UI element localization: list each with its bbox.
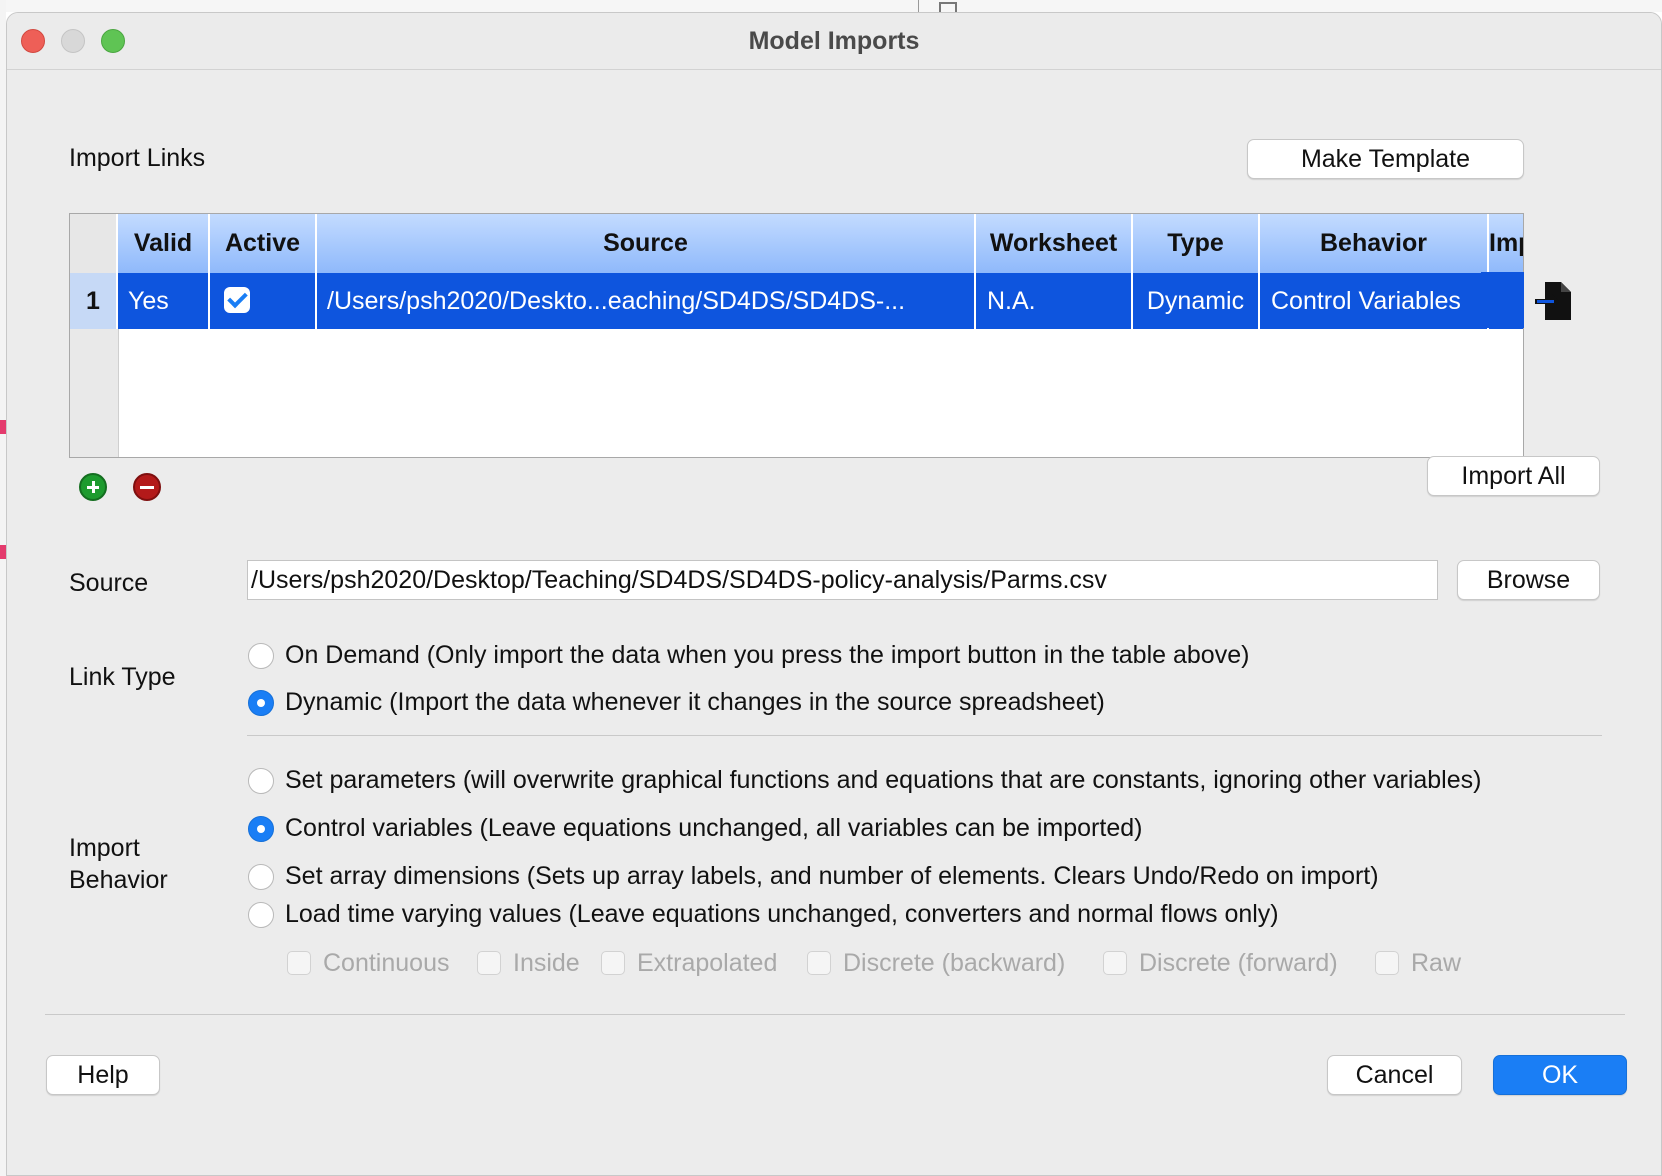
link-type-label: Link Type xyxy=(69,663,176,691)
dialog-content: Import Links Make Template Valid Active … xyxy=(7,70,1661,1175)
row-number[interactable]: 1 xyxy=(70,273,118,329)
option-control-variables-label[interactable]: Control variables (Leave equations uncha… xyxy=(285,814,1142,843)
column-header-valid[interactable]: Valid xyxy=(118,214,210,273)
column-header-worksheet[interactable]: Worksheet xyxy=(976,214,1133,273)
raw-checkbox[interactable] xyxy=(1375,951,1399,975)
plus-circle-icon[interactable] xyxy=(79,473,107,501)
active-checkbox[interactable] xyxy=(224,287,250,313)
extrapolated-checkbox[interactable] xyxy=(601,951,625,975)
cell-source[interactable]: /Users/psh2020/Deskto...eaching/SD4DS/SD… xyxy=(317,273,976,329)
make-template-button[interactable]: Make Template xyxy=(1247,139,1524,179)
option-on-demand-label[interactable]: On Demand (Only import the data when you… xyxy=(285,641,1249,670)
inside-checkbox[interactable] xyxy=(477,951,501,975)
minus-circle-icon[interactable] xyxy=(133,473,161,501)
radio-load-time-varying[interactable] xyxy=(248,902,274,928)
import-links-table: Valid Active Source Worksheet Type Behav… xyxy=(69,213,1524,458)
import-behavior-label-line2: Behavior xyxy=(69,866,168,894)
inside-label: Inside xyxy=(513,949,580,977)
cell-valid[interactable]: Yes xyxy=(118,273,210,329)
corner-header xyxy=(70,214,118,273)
help-button[interactable]: Help xyxy=(46,1055,160,1095)
radio-control-variables[interactable] xyxy=(248,816,274,842)
option-set-parameters-label[interactable]: Set parameters (will overwrite graphical… xyxy=(285,766,1481,795)
radio-on-demand[interactable] xyxy=(248,643,274,669)
column-header-behavior[interactable]: Behavior xyxy=(1260,214,1489,273)
raw-label: Raw xyxy=(1411,949,1462,977)
column-header-type[interactable]: Type xyxy=(1133,214,1260,273)
extrapolated-label: Extrapolated xyxy=(637,949,778,977)
column-header-import[interactable]: Import xyxy=(1489,214,1523,273)
title-bar: Model Imports xyxy=(7,13,1661,70)
background-app-icon xyxy=(918,0,961,14)
continuous-checkbox[interactable] xyxy=(287,951,311,975)
source-path-input[interactable]: /Users/psh2020/Desktop/Teaching/SD4DS/SD… xyxy=(247,560,1438,600)
continuous-label: Continuous xyxy=(323,949,450,977)
radio-set-parameters[interactable] xyxy=(248,768,274,794)
divider xyxy=(247,735,1602,736)
model-imports-dialog: Model Imports Import Links Make Template… xyxy=(6,12,1662,1176)
radio-set-array-dimensions[interactable] xyxy=(248,864,274,890)
background-app-strip xyxy=(0,0,1662,12)
option-set-array-dimensions-label[interactable]: Set array dimensions (Sets up array labe… xyxy=(285,862,1379,891)
source-label: Source xyxy=(69,569,149,597)
option-dynamic-label[interactable]: Dynamic (Import the data whenever it cha… xyxy=(285,688,1105,717)
column-header-source[interactable]: Source xyxy=(317,214,976,273)
cell-active xyxy=(210,273,317,329)
import-behavior-label-line1: Import xyxy=(69,834,140,862)
radio-dynamic[interactable] xyxy=(248,690,274,716)
cell-behavior[interactable]: Control Variables xyxy=(1260,273,1489,329)
column-header-active[interactable]: Active xyxy=(210,214,317,273)
browse-button[interactable]: Browse xyxy=(1457,560,1600,600)
discrete-forward-checkbox[interactable] xyxy=(1103,951,1127,975)
ok-button[interactable]: OK xyxy=(1493,1055,1627,1095)
option-load-time-varying-label[interactable]: Load time varying values (Leave equation… xyxy=(285,900,1279,929)
cell-worksheet[interactable]: N.A. xyxy=(976,273,1133,329)
discrete-forward-label: Discrete (forward) xyxy=(1139,949,1338,977)
discrete-backward-label: Discrete (backward) xyxy=(843,949,1066,977)
discrete-backward-checkbox[interactable] xyxy=(807,951,831,975)
cell-type[interactable]: Dynamic xyxy=(1133,273,1260,329)
import-cell-fill xyxy=(1481,272,1524,328)
window-title: Model Imports xyxy=(748,27,920,55)
import-file-icon[interactable] xyxy=(1535,280,1573,322)
import-links-label: Import Links xyxy=(69,144,206,172)
footer-divider xyxy=(45,1014,1625,1015)
cancel-button[interactable]: Cancel xyxy=(1327,1055,1462,1095)
import-all-button[interactable]: Import All xyxy=(1427,456,1600,496)
